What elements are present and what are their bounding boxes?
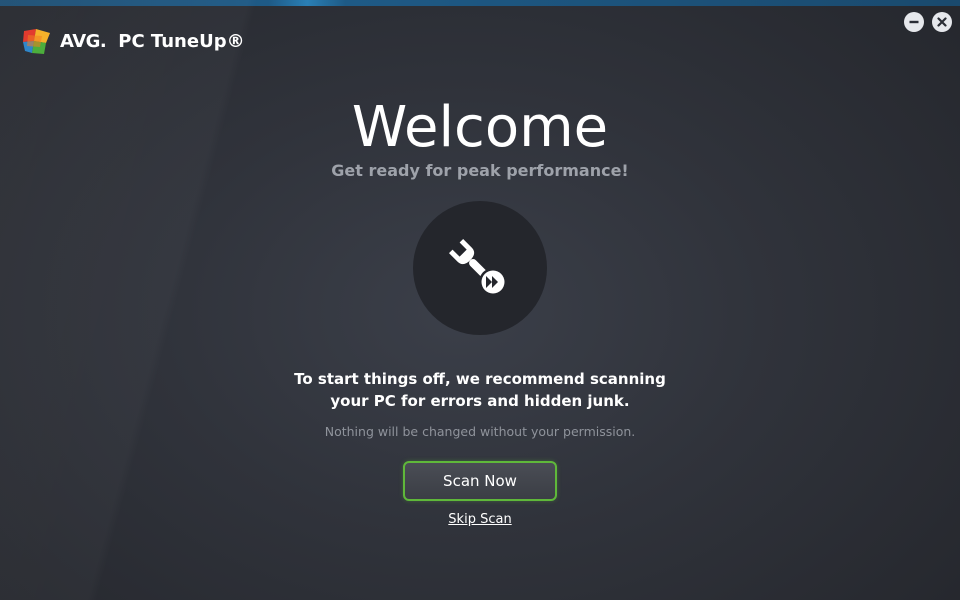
permission-note: Nothing will be changed without your per…	[324, 424, 636, 439]
recommendation-line-2: your PC for errors and hidden junk.	[330, 392, 630, 410]
close-button[interactable]	[932, 12, 952, 32]
close-icon	[937, 17, 947, 27]
background-sheen	[0, 0, 640, 600]
app-window: AVG. PC TuneUp® Welcome Get ready for pe…	[0, 0, 960, 600]
app-logo: AVG. PC TuneUp®	[22, 26, 245, 56]
brand-name: AVG.	[60, 30, 107, 52]
top-accent-bar	[0, 0, 960, 6]
tuneup-icon-circle	[413, 201, 547, 335]
welcome-subtitle: Get ready for peak performance!	[331, 161, 629, 180]
recommendation-text: To start things off, we recommend scanni…	[0, 368, 960, 412]
skip-scan-link[interactable]: Skip Scan	[448, 512, 511, 527]
scan-now-button[interactable]: Scan Now	[403, 461, 557, 501]
product-name: PC TuneUp®	[118, 30, 245, 52]
recommendation-line-1: To start things off, we recommend scanni…	[294, 370, 666, 388]
minus-icon	[909, 20, 919, 24]
minimize-button[interactable]	[904, 12, 924, 32]
wrench-fast-forward-icon	[449, 239, 507, 296]
skip-scan-container: Skip Scan	[0, 511, 960, 529]
welcome-title: Welcome	[351, 95, 609, 160]
avg-logo-icon	[23, 29, 50, 54]
